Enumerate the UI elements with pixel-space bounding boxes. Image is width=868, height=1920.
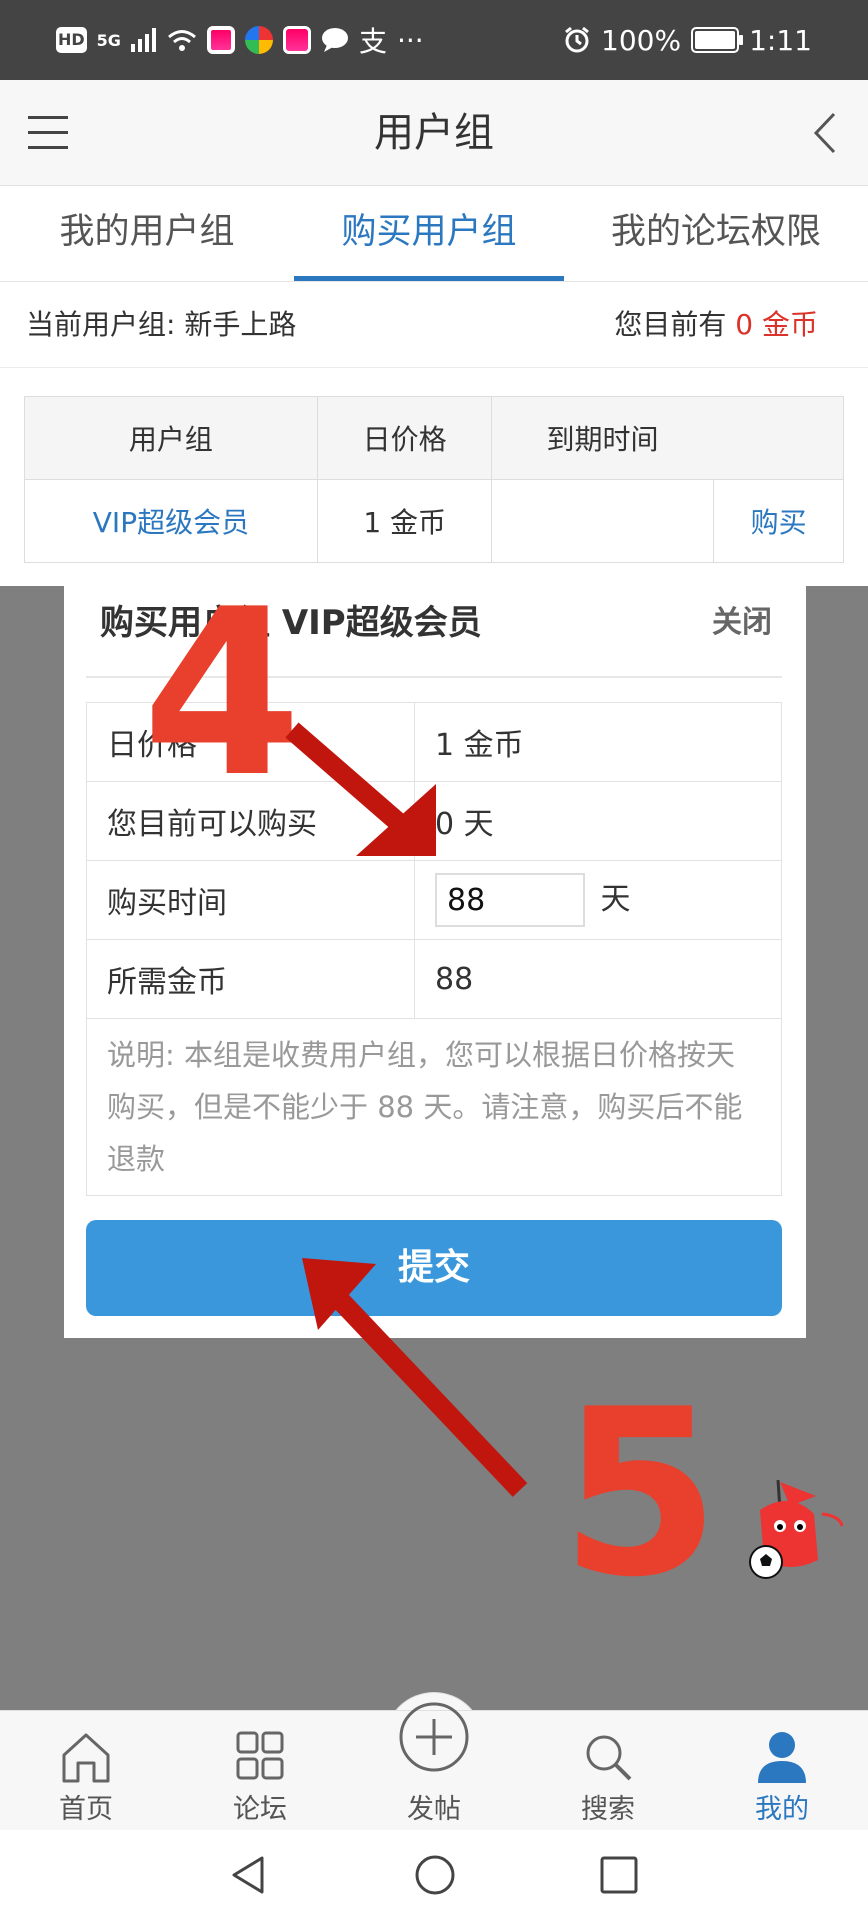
nav-post-label: 发帖: [407, 1794, 461, 1825]
grid-icon: [236, 1731, 284, 1780]
nav-post[interactable]: 发帖: [374, 1702, 494, 1831]
arrow-to-input-icon: [285, 722, 436, 856]
annotation-arrows: [285, 722, 528, 1497]
nav-home[interactable]: 首页: [26, 1711, 146, 1831]
home-icon: [62, 1733, 110, 1783]
home-circle-icon[interactable]: [412, 1852, 458, 1898]
search-icon: [586, 1735, 632, 1781]
nav-search-label: 搜索: [581, 1794, 635, 1825]
nav-home-label: 首页: [59, 1794, 113, 1825]
user-icon: [758, 1732, 806, 1783]
nav-profile[interactable]: 我的: [722, 1711, 842, 1831]
nav-search[interactable]: 搜索: [548, 1711, 668, 1831]
nav-profile-label: 我的: [755, 1794, 809, 1825]
mascot-sticker-icon: [749, 1479, 844, 1579]
system-navigation-bar: [0, 1830, 868, 1920]
recents-square-icon[interactable]: [596, 1852, 642, 1898]
nav-forum[interactable]: 论坛: [200, 1711, 320, 1831]
plus-circle-icon: [399, 1702, 469, 1772]
back-triangle-icon[interactable]: [226, 1852, 272, 1898]
bottom-navigation: 首页 论坛 发帖 搜索 我的: [0, 1702, 868, 1831]
nav-forum-label: 论坛: [233, 1794, 287, 1825]
arrow-to-submit-icon: [302, 1258, 528, 1497]
